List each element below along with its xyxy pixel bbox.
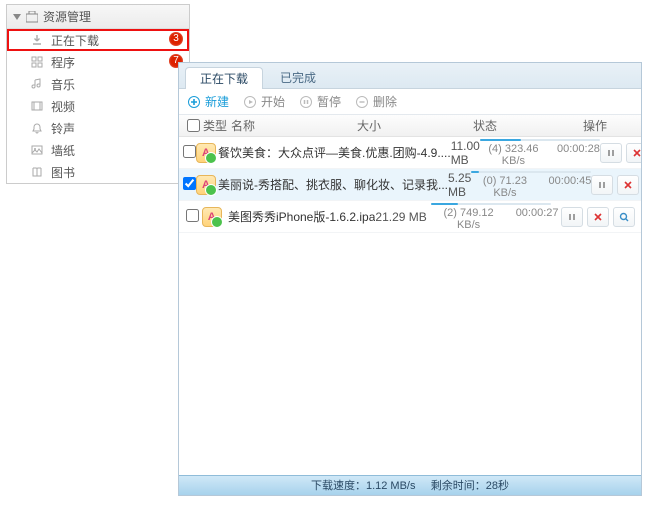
table-row[interactable]: A餐饮美食：大众点评—美食.优惠.团购-4.9....11.00 MB(4) 3…	[179, 137, 641, 169]
table-row[interactable]: A美丽说-秀搭配、挑衣服、聊化妆、记录我...5.25 MB(0) 71.23 …	[179, 169, 641, 201]
row-name: 美图秀秀iPhone版-1.6.2.ipa	[228, 208, 375, 225]
row-status-text: (4) 323.46 KB/s00:00:28	[480, 143, 600, 167]
row-size: 11.00 MB	[451, 139, 480, 167]
start-label: 开始	[261, 93, 285, 110]
sidebar-item-label: 正在下载	[51, 32, 99, 49]
sidebar-item[interactable]: 墙纸	[7, 139, 189, 161]
sidebar-item-label: 视频	[51, 98, 75, 115]
row-status-text: (0) 71.23 KB/s00:00:45	[471, 175, 591, 199]
status-bar: 下载速度：1.12 MB/s 剩余时间：28秒	[179, 475, 641, 495]
cancel-row-button[interactable]	[626, 143, 641, 163]
row-checkbox[interactable]	[183, 177, 196, 190]
table-row[interactable]: A 美图秀秀iPhone版-1.6.2.ipa21.29 MB(2) 749.12…	[179, 201, 641, 233]
progress-bar	[471, 171, 591, 173]
download-list: A餐饮美食：大众点评—美食.优惠.团购-4.9....11.00 MB(4) 3…	[179, 137, 641, 475]
music-icon	[29, 76, 45, 92]
download-icon	[29, 32, 45, 48]
footer-remain-value: 28秒	[486, 480, 509, 492]
tabs: 正在下载 已完成	[179, 63, 641, 89]
app-icon: A	[196, 175, 216, 195]
delete-label: 删除	[373, 93, 397, 110]
footer-speed-label: 下载速度：	[311, 480, 366, 492]
start-button[interactable]: 开始	[243, 93, 285, 110]
col-size[interactable]: 大小	[357, 117, 417, 134]
row-checkbox[interactable]	[186, 209, 199, 222]
sidebar-item-label: 墙纸	[51, 142, 75, 159]
badge: 3	[169, 32, 183, 46]
toolbar: 新建 开始 暂停 删除	[179, 89, 641, 115]
resource-icon	[25, 10, 39, 24]
pause-label: 暂停	[317, 93, 341, 110]
footer-speed-value: 1.12 MB/s	[366, 480, 416, 492]
row-size: 5.25 MB	[448, 171, 471, 199]
sidebar-item[interactable]: 图书	[7, 161, 189, 183]
tab-downloading[interactable]: 正在下载	[185, 67, 263, 89]
col-name[interactable]: 名称	[229, 117, 357, 134]
grid-icon	[29, 54, 45, 70]
sidebar-item-label: 音乐	[51, 76, 75, 93]
pause-row-button[interactable]	[561, 207, 583, 227]
row-size: 21.29 MB	[375, 210, 431, 224]
column-headers: 类型 名称 大小 状态 操作	[179, 115, 641, 137]
film-icon	[29, 98, 45, 114]
locate-row-button[interactable]	[613, 207, 635, 227]
delete-button[interactable]: 删除	[355, 93, 397, 110]
footer-remain-label: 剩余时间：	[431, 480, 486, 492]
delete-icon	[355, 95, 369, 109]
book-icon	[29, 164, 45, 180]
tab-done[interactable]: 已完成	[265, 66, 331, 88]
sidebar-title: 资源管理	[43, 8, 91, 25]
new-label: 新建	[205, 93, 229, 110]
row-name: 美丽说-秀搭配、挑衣服、聊化妆、记录我...	[218, 176, 448, 193]
sidebar: 资源管理 正在下载 3 程序7 音乐视频铃声墙纸图书	[6, 4, 190, 184]
col-ops[interactable]: 操作	[553, 117, 637, 134]
col-type[interactable]: 类型	[203, 117, 229, 134]
col-status[interactable]: 状态	[417, 117, 553, 134]
cancel-row-button[interactable]	[617, 175, 639, 195]
sidebar-header[interactable]: 资源管理	[7, 5, 189, 29]
plus-icon	[187, 95, 201, 109]
app-icon: A	[202, 207, 222, 227]
pause-icon	[299, 95, 313, 109]
collapse-icon	[13, 14, 21, 20]
sidebar-item[interactable]: 铃声	[7, 117, 189, 139]
app-icon: A	[196, 143, 216, 163]
progress-bar	[480, 139, 600, 141]
progress-bar	[431, 203, 551, 205]
download-window: 正在下载 已完成 新建 开始 暂停 删除 类型 名称 大小 状态 操作 A餐饮美…	[178, 62, 642, 496]
sidebar-item[interactable]: 视频	[7, 95, 189, 117]
row-checkbox[interactable]	[183, 145, 196, 158]
sidebar-item-label: 程序	[51, 54, 75, 71]
sidebar-item[interactable]: 程序7	[7, 51, 189, 73]
sidebar-item[interactable]: 音乐	[7, 73, 189, 95]
bell-icon	[29, 120, 45, 136]
pause-row-button[interactable]	[591, 175, 613, 195]
select-all-checkbox[interactable]	[187, 119, 200, 132]
sidebar-item-label: 图书	[51, 164, 75, 181]
sidebar-item-label: 铃声	[51, 120, 75, 137]
pause-button[interactable]: 暂停	[299, 93, 341, 110]
new-button[interactable]: 新建	[187, 93, 229, 110]
sidebar-item[interactable]: 正在下载 3	[7, 29, 189, 51]
row-name: 餐饮美食：大众点评—美食.优惠.团购-4.9....	[218, 144, 451, 161]
play-icon	[243, 95, 257, 109]
row-status-text: (2) 749.12 KB/s00:00:27	[431, 207, 558, 231]
pause-row-button[interactable]	[600, 143, 622, 163]
image-icon	[29, 142, 45, 158]
cancel-row-button[interactable]	[587, 207, 609, 227]
